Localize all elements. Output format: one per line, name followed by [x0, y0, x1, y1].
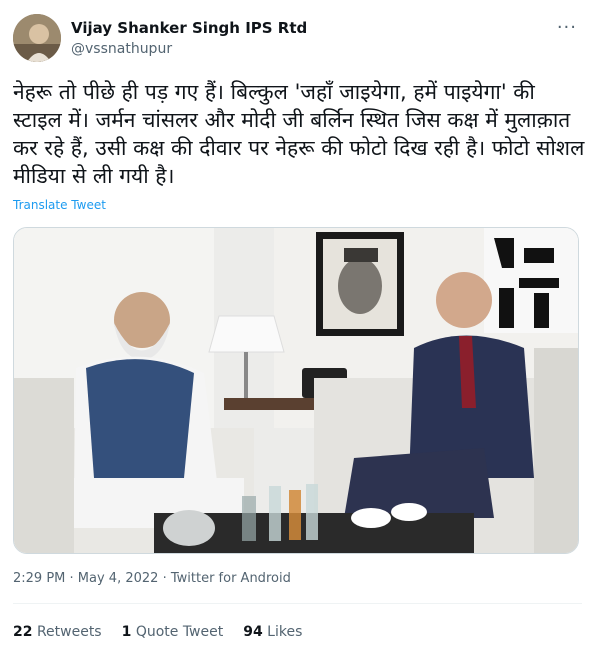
meeting-photo: [14, 228, 578, 553]
quotes-stat[interactable]: 1 Quote Tweet: [122, 624, 224, 640]
meta-separator: ·: [162, 571, 171, 586]
retweets-count: 22: [13, 624, 33, 640]
avatar[interactable]: [13, 14, 61, 62]
tweet-time[interactable]: 2:29 PM: [13, 571, 65, 586]
meta-separator: ·: [69, 571, 78, 586]
likes-stat[interactable]: 94 Likes: [243, 624, 302, 640]
retweets-label: Retweets: [36, 624, 102, 640]
ellipsis-icon[interactable]: ···: [557, 17, 577, 38]
divider: [13, 603, 582, 604]
likes-label: Likes: [267, 624, 303, 640]
retweets-stat[interactable]: 22 Retweets: [13, 624, 102, 640]
engagement-stats: 22 Retweets 1 Quote Tweet 94 Likes: [13, 624, 302, 640]
author-name[interactable]: Vijay Shanker Singh IPS Rtd: [71, 19, 307, 37]
tweet-meta: 2:29 PM · May 4, 2022 · Twitter for Andr…: [13, 571, 291, 586]
translate-tweet-link[interactable]: Translate Tweet: [13, 198, 106, 212]
quotes-label: Quote Tweet: [135, 624, 224, 640]
tweet-date[interactable]: May 4, 2022: [78, 571, 159, 586]
tweet-photo[interactable]: [13, 227, 579, 554]
author-handle[interactable]: @vssnathupur: [71, 41, 172, 57]
tweet-source[interactable]: Twitter for Android: [171, 571, 291, 586]
quotes-count: 1: [121, 624, 132, 640]
tweet-text: नेहरू तो पीछे ही पड़ गए हैं। बिल्कुल 'जह…: [13, 80, 585, 188]
likes-count: 94: [243, 624, 263, 640]
avatar-image: [13, 14, 61, 62]
